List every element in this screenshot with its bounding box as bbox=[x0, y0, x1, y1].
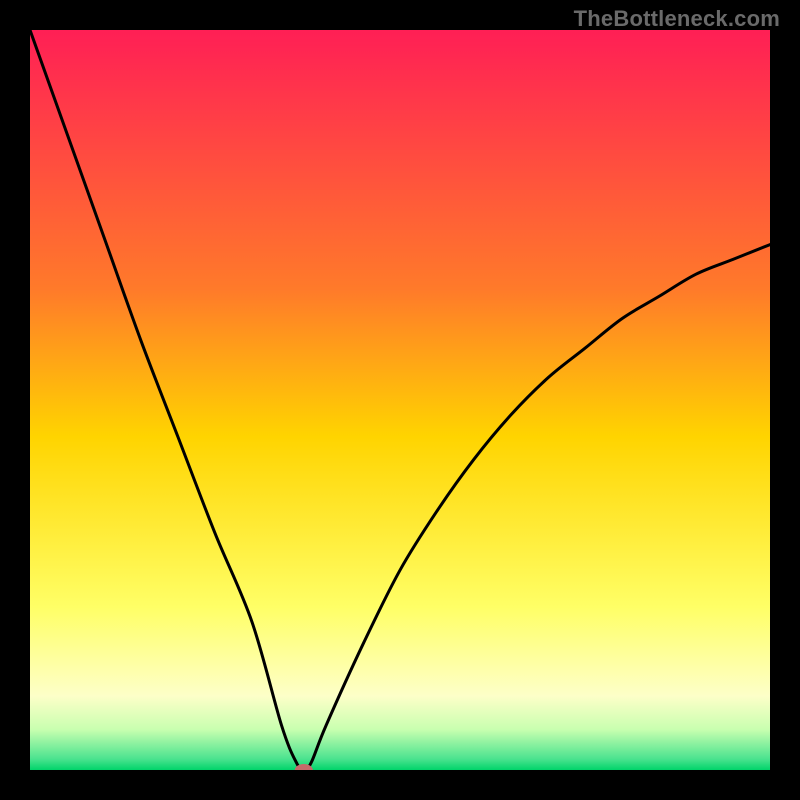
bottleneck-chart bbox=[30, 30, 770, 770]
chart-frame: TheBottleneck.com bbox=[0, 0, 800, 800]
plot-background bbox=[30, 30, 770, 770]
watermark-text: TheBottleneck.com bbox=[574, 6, 780, 32]
